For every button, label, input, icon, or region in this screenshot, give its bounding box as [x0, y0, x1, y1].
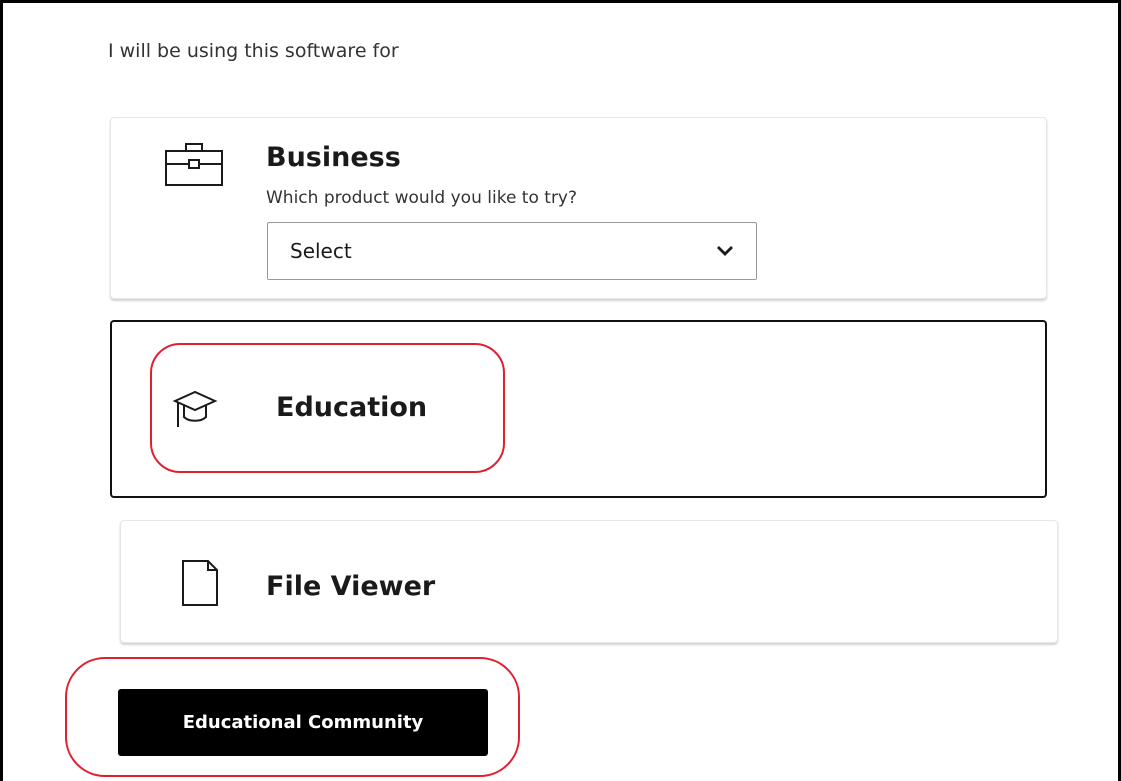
product-question-label: Which product would you like to try? [266, 188, 578, 208]
usage-prompt: I will be using this software for [108, 40, 399, 62]
option-card-education[interactable]: Education [110, 320, 1047, 498]
chevron-down-icon [716, 245, 734, 257]
product-select-value: Select [290, 239, 352, 263]
option-card-business[interactable]: Business Which product would you like to… [110, 117, 1047, 299]
business-title: Business [266, 142, 401, 173]
briefcase-icon [163, 140, 225, 192]
option-card-file-viewer[interactable]: File Viewer [120, 520, 1058, 643]
graduation-cap-icon [172, 387, 218, 435]
file-viewer-title: File Viewer [266, 571, 436, 602]
product-select[interactable]: Select [267, 222, 757, 280]
education-title: Education [276, 392, 428, 423]
educational-community-button[interactable]: Educational Community [118, 689, 488, 756]
document-icon [180, 558, 220, 612]
